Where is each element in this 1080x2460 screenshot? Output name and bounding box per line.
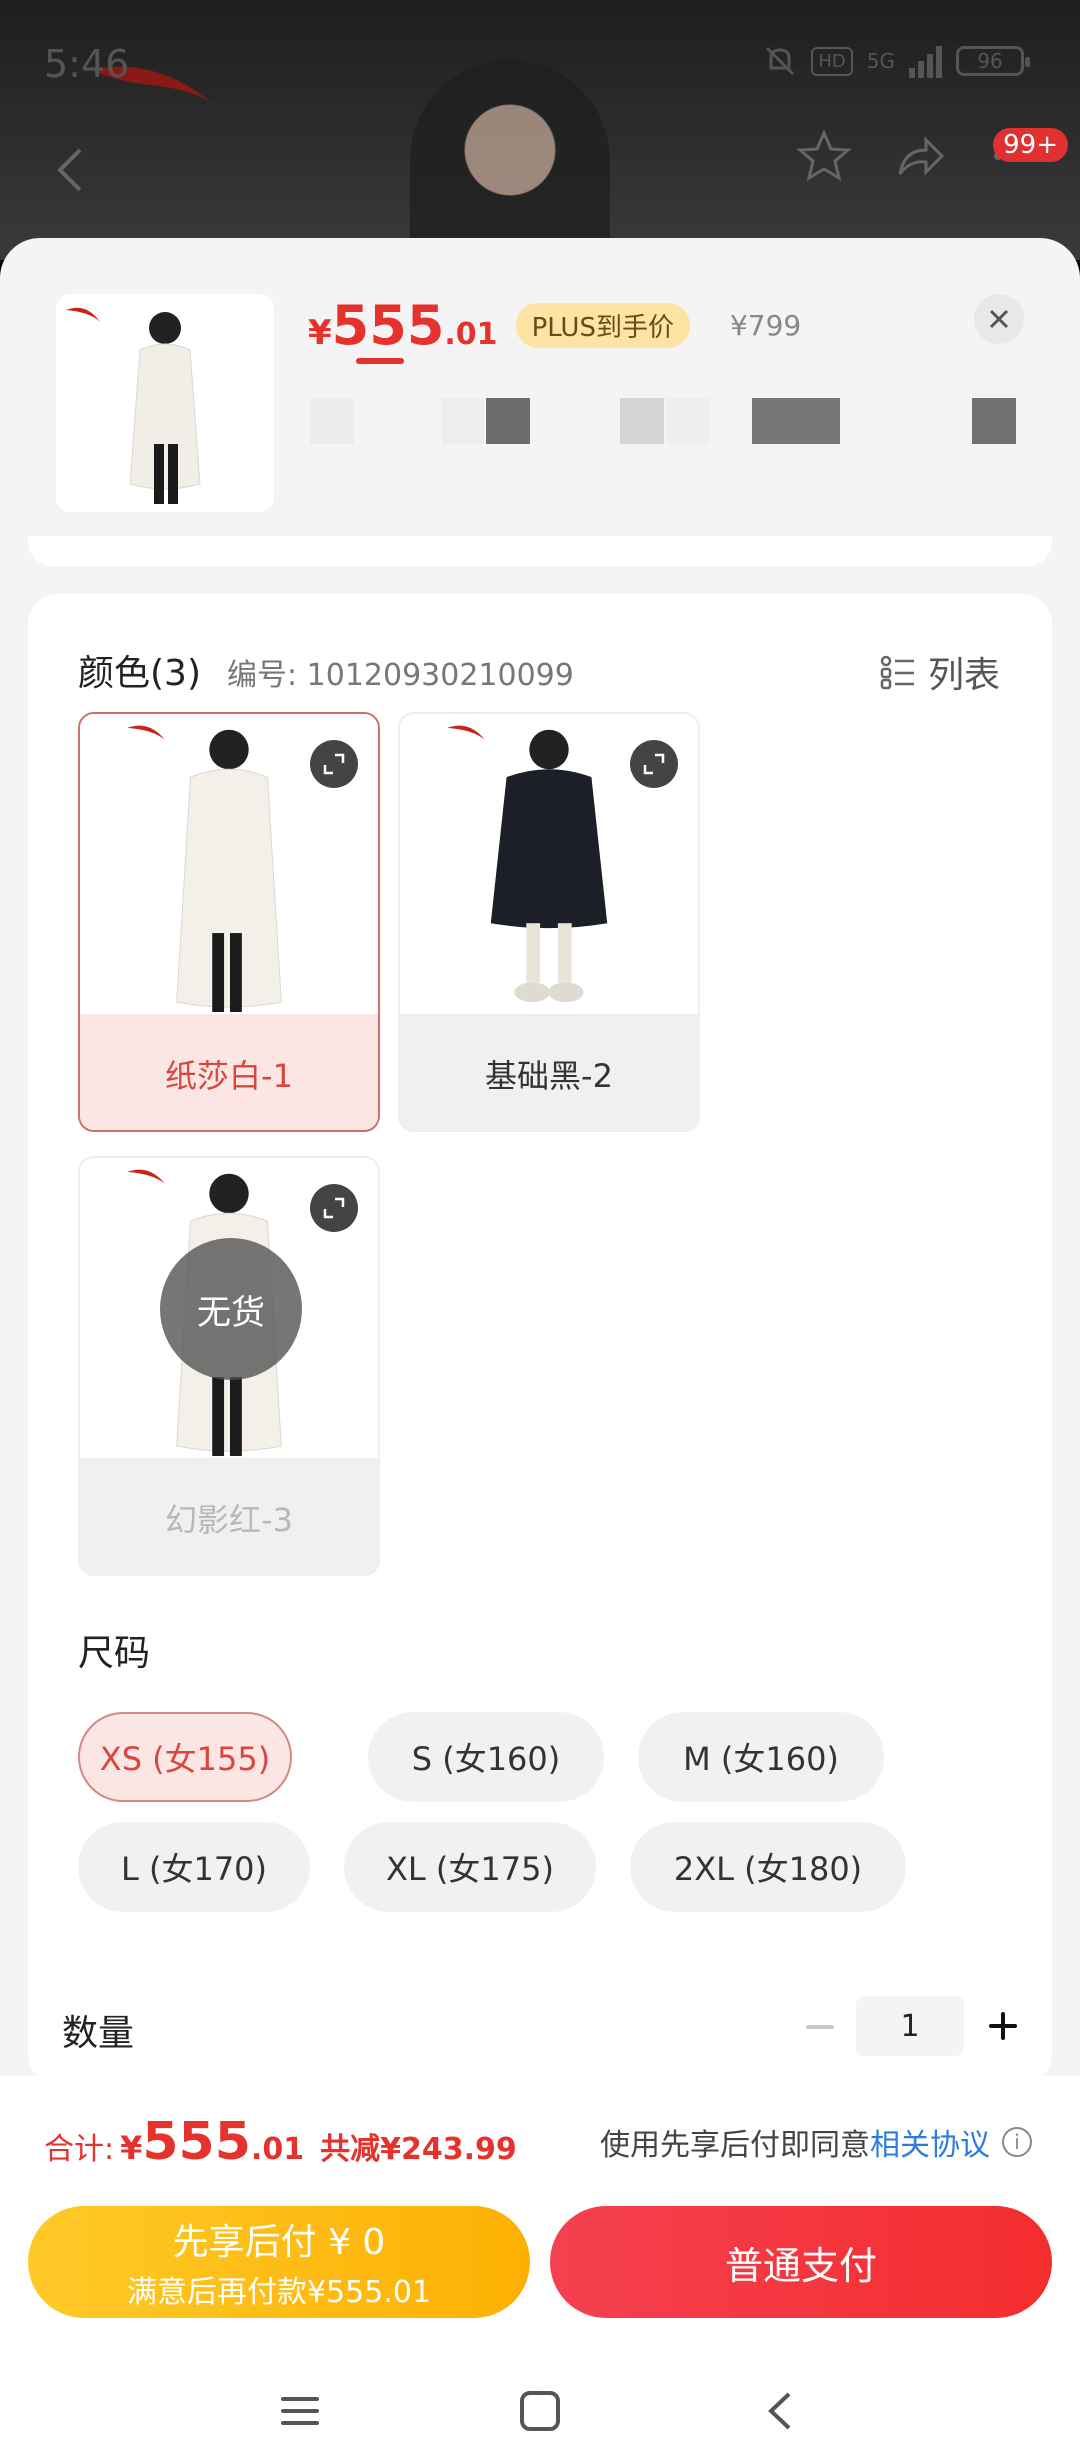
header-divider	[28, 536, 1052, 566]
list-view-toggle[interactable]: 列表	[880, 646, 1000, 698]
agreement-row: 使用先享后付即同意 相关协议 i	[600, 2120, 1032, 2164]
product-thumbnail-image	[66, 307, 201, 504]
close-button[interactable]	[974, 294, 1024, 344]
favorite-star-icon[interactable]	[796, 128, 852, 184]
total-currency: ¥	[120, 2129, 143, 2167]
plus-icon	[989, 2012, 1017, 2040]
home-nav-button[interactable]	[515, 2386, 565, 2436]
pay-later-button[interactable]: 先享后付 ¥ 0 满意后再付款¥555.01	[28, 2206, 530, 2318]
sold-out-badge: 无货	[160, 1238, 302, 1380]
sku-number: 编号: 10120930210099	[227, 658, 574, 693]
price-block: ¥ 555 .01 PLUS到手价 ¥799	[308, 294, 802, 364]
expand-button[interactable]	[630, 740, 678, 788]
list-icon	[880, 655, 914, 690]
expand-button[interactable]	[310, 740, 358, 788]
share-icon[interactable]	[892, 128, 948, 184]
status-icons: HD 5G 96	[763, 44, 1030, 78]
expand-button[interactable]	[310, 1184, 358, 1232]
quantity-row: 数量 1	[0, 1978, 1080, 2078]
color-section-header: 颜色(3) 编号: 10120930210099	[78, 644, 574, 696]
home-square-icon	[520, 2391, 560, 2431]
price-currency: ¥	[308, 313, 332, 353]
menu-icon	[281, 2397, 319, 2425]
size-option-2xl[interactable]: 2XL (女180)	[630, 1822, 906, 1912]
total-decimal: .01	[250, 2132, 305, 2167]
pay-normal-button[interactable]: 普通支付	[550, 2206, 1052, 2318]
back-arrow-icon[interactable]	[50, 140, 90, 200]
info-icon[interactable]: i	[1002, 2127, 1032, 2157]
quantity-value[interactable]: 1	[856, 1996, 964, 2056]
battery-icon: 96	[956, 46, 1030, 76]
size-option-xl[interactable]: XL (女175)	[344, 1822, 596, 1912]
total-integer: 555	[142, 2112, 251, 2172]
variant-label: 基础黑-2	[400, 1014, 698, 1130]
total-row: 合计: ¥ 555 .01 共减¥243.99	[44, 2112, 517, 2172]
mute-icon	[766, 46, 795, 76]
color-section-title: 颜色(3)	[78, 653, 201, 694]
status-bar: 5:46 HD 5G 96	[0, 0, 1080, 140]
size-section-title: 尺码	[78, 1633, 151, 1674]
list-toggle-label: 列表	[927, 655, 1000, 696]
total-label: 合计:	[44, 2132, 115, 2167]
variant-label: 幻影红-3	[80, 1458, 378, 1574]
expand-icon	[323, 753, 345, 775]
close-icon	[989, 309, 1009, 329]
plus-price-tag: PLUS到手价	[515, 303, 690, 348]
pay-later-subtitle: 满意后再付款¥555.01	[126, 2275, 432, 2310]
sheet-header: ¥ 555 .01 PLUS到手价 ¥799	[0, 238, 1080, 538]
minus-icon	[806, 2025, 834, 2029]
agreement-link[interactable]: 相关协议	[870, 2120, 990, 2164]
price-decimal: .01	[444, 317, 498, 352]
menu-nav-button[interactable]	[275, 2386, 325, 2436]
status-time: 5:46	[44, 42, 130, 86]
color-variant-red[interactable]: 无货 幻影红-3	[78, 1156, 380, 1576]
size-option-l[interactable]: L (女170)	[78, 1822, 310, 1912]
network-type: 5G	[866, 49, 895, 73]
product-thumbnail	[56, 294, 274, 512]
hd-badge: HD	[811, 46, 853, 76]
total-savings: 共减¥243.99	[320, 2132, 517, 2167]
size-option-m[interactable]: M (女160)	[638, 1712, 884, 1802]
message-count-badge: 99+	[993, 128, 1068, 162]
variant-label: 纸莎白-1	[80, 1014, 378, 1130]
checkout-footer: 合计: ¥ 555 .01 共减¥243.99 使用先享后付即同意 相关协议 i…	[0, 2076, 1080, 2460]
expand-icon	[643, 753, 665, 775]
system-navigation-bar	[0, 2366, 1080, 2456]
quantity-increase-button[interactable]	[978, 1998, 1028, 2054]
color-variant-black[interactable]: 基础黑-2	[398, 712, 700, 1132]
options-card: 颜色(3) 编号: 10120930210099 列表 纸莎白-1 基础黑-2 …	[28, 594, 1052, 2084]
price-underline	[356, 358, 404, 364]
signal-icon	[909, 44, 942, 78]
back-chevron-icon	[768, 2392, 791, 2430]
expand-icon	[323, 1197, 345, 1219]
quantity-label: 数量	[62, 2013, 135, 2054]
size-option-s[interactable]: S (女160)	[368, 1712, 604, 1802]
agreement-text: 使用先享后付即同意	[600, 2128, 870, 2163]
back-nav-button[interactable]	[755, 2386, 805, 2436]
price-integer: 555	[331, 294, 445, 357]
size-option-xs[interactable]: XS (女155)	[78, 1712, 292, 1802]
obscured-info-row	[310, 398, 1020, 444]
quantity-decrease-button[interactable]	[800, 2002, 840, 2052]
pay-later-title: 先享后付 ¥ 0	[172, 2222, 386, 2263]
color-variant-white[interactable]: 纸莎白-1	[78, 712, 380, 1132]
original-price: ¥799	[729, 309, 802, 342]
